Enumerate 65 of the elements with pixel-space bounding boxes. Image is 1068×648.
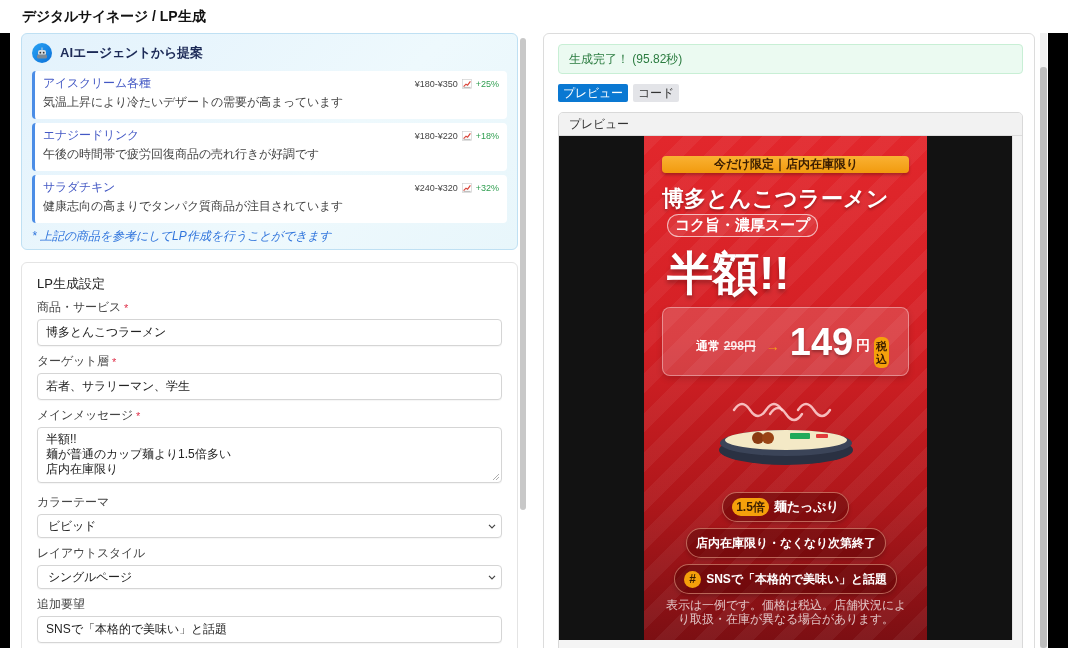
textarea-field[interactable]: 半額!! 麺が普通のカップ麺より1.5倍多い 店内在庫限り	[37, 427, 502, 483]
chart-icon	[461, 130, 472, 141]
suggestion-card[interactable]: サラダチキン ¥240-¥320 +32% 健康志向の高まりでタンパク質商品が注目されています	[32, 175, 507, 223]
field-label: ターゲット層	[37, 353, 109, 370]
required-mark: *	[136, 409, 141, 422]
hashtag-badge: #	[684, 570, 702, 588]
feature-text: 店内在庫限り・なくなり次第終了	[695, 534, 876, 552]
feature-text: SNSで「本格的で美味い」と話題	[706, 570, 887, 588]
field-label: 商品・サービス	[37, 299, 121, 316]
text-field[interactable]: 若者、サラリーマン、学生	[37, 373, 502, 400]
text-field[interactable]: SNSで「本格的で美味い」と話題	[37, 616, 502, 643]
textarea-line: 麺が普通のカップ麺より1.5倍多い	[46, 447, 232, 462]
form-title: LP生成設定	[37, 275, 106, 292]
preview-header: プレビュー	[559, 113, 1022, 136]
chart-icon	[461, 182, 472, 193]
product-name: エナジードリンク	[43, 128, 139, 143]
chart-icon	[461, 78, 472, 89]
hint-text: * 上記の商品を参考にしてLP作成を行うことができます	[32, 228, 331, 245]
promo-banner: 今だけ限定｜店内在庫限り	[662, 156, 909, 173]
suggestion-reason: 午後の時間帯で疲労回復商品の売れ行きが好調です	[43, 147, 320, 162]
product-name: サラダチキン	[43, 180, 115, 195]
page-title: デジタルサイネージ / LP生成	[22, 7, 206, 26]
trend-percentage: +18%	[475, 130, 499, 141]
scrollbar-thumb[interactable]	[520, 38, 526, 510]
suggestion-card[interactable]: アイスクリーム各種 ¥180-¥350 +25% 気温上昇により冷たいデザートの需要が高まっています	[32, 71, 507, 119]
feature-text: 麺たっぷり	[773, 498, 839, 516]
view-tab[interactable]: コード	[633, 84, 679, 102]
textarea-line: 店内在庫限り	[46, 462, 119, 477]
tax-badge: 税込	[874, 337, 890, 368]
regular-price-label: 通常	[695, 338, 720, 355]
required-mark: *	[112, 355, 117, 368]
product-name: アイスクリーム各種	[43, 76, 151, 91]
suggestion-reason: 健康志向の高まりでタンパク質商品が注目されています	[43, 199, 344, 214]
regular-price: 298円	[723, 338, 756, 355]
chevron-down-icon	[488, 574, 496, 580]
arrow-icon: →	[765, 337, 780, 354]
text-field[interactable]: 博多とんこつラーメン	[37, 319, 502, 346]
resize-grip-icon	[493, 474, 499, 480]
currency-unit: 円	[856, 336, 871, 355]
price-range: ¥180-¥220	[414, 130, 458, 141]
required-mark: *	[124, 301, 129, 314]
select-dropdown[interactable]: シングルページ	[37, 565, 502, 589]
disclaimer-text: 表示は一例です。価格は税込。店舗状況により取扱・在庫が異なる場合があります。	[664, 598, 907, 626]
chevron-down-icon	[488, 523, 496, 529]
field-label: 追加要望	[37, 596, 85, 613]
field-label: カラーテーマ	[37, 494, 109, 511]
select-dropdown[interactable]: ビビッド	[37, 514, 502, 538]
view-tab[interactable]: プレビュー	[558, 84, 628, 102]
headline-text: 半額!!	[667, 248, 790, 298]
multiplier-badge: 1.5倍	[732, 498, 769, 516]
panel-title: AIエージェントから提案	[60, 44, 203, 62]
sale-price: 149	[789, 321, 854, 362]
price-range: ¥180-¥350	[414, 78, 458, 89]
textarea-line: 半額!!	[46, 432, 78, 447]
suggestion-card[interactable]: エナジードリンク ¥180-¥220 +18% 午後の時間帯で疲労回復商品の売れ行きが好調です	[32, 123, 507, 171]
trend-percentage: +32%	[475, 182, 499, 193]
robot-icon	[32, 43, 52, 63]
field-label: レイアウトスタイル	[37, 545, 145, 562]
trend-percentage: +25%	[475, 78, 499, 89]
poster-title: 博多とんこつラーメン	[662, 186, 889, 211]
tagline-pill: コク旨・濃厚スープ	[667, 214, 818, 237]
field-label: メインメッセージ	[37, 407, 133, 424]
suggestion-reason: 気温上昇により冷たいデザートの需要が高まっています	[43, 95, 344, 110]
success-alert: 生成完了！ (95.82秒)	[558, 44, 1023, 74]
price-range: ¥240-¥320	[414, 182, 458, 193]
